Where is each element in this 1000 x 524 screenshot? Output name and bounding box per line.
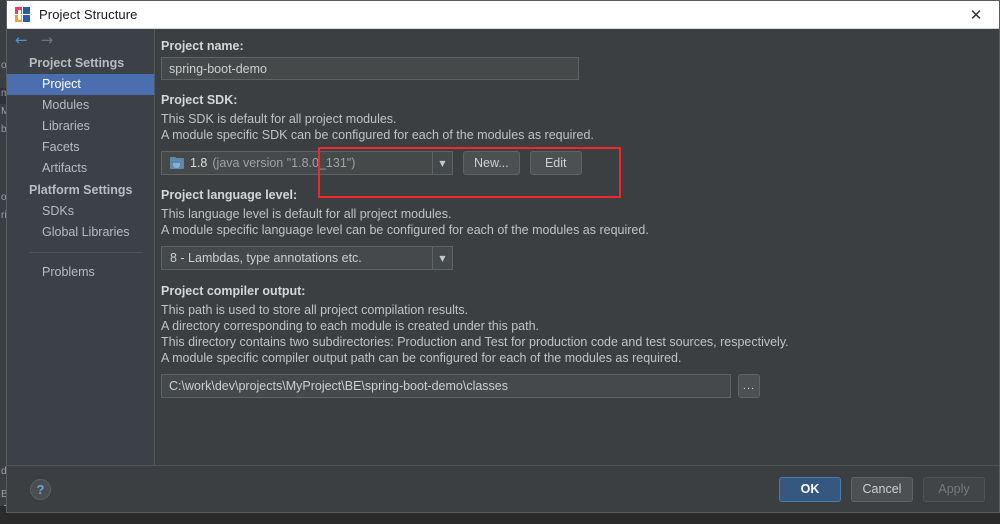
project-sdk-section: Project SDK: This SDK is default for all… bbox=[155, 93, 999, 175]
compiler-output-row: C:\work\dev\projects\MyProject\BE\spring… bbox=[161, 374, 999, 398]
sidebar-item-facets[interactable]: Facets bbox=[7, 137, 154, 158]
sdk-version: 1.8 bbox=[190, 156, 208, 170]
project-sdk-label: Project SDK: bbox=[161, 93, 238, 107]
dialog-titlebar: Project Structure ✕ bbox=[7, 1, 999, 29]
back-arrow-icon[interactable]: ← bbox=[15, 33, 28, 48]
language-level-description-1: This language level is default for all p… bbox=[161, 207, 452, 221]
project-sdk-row: 1.8 (java version "1.8.0_131") ▼ New... … bbox=[161, 151, 999, 175]
compiler-output-label: Project compiler output: bbox=[161, 284, 306, 298]
sidebar-group-platform-settings: Platform Settings bbox=[29, 183, 133, 197]
project-settings-panel: Project name: spring-boot-demo Project S… bbox=[155, 29, 999, 465]
sidebar-group-project-settings: Project Settings bbox=[29, 56, 125, 70]
sidebar-item-libraries[interactable]: Libraries bbox=[7, 116, 154, 137]
project-structure-dialog: Project Structure ✕ ← → Project Settings… bbox=[6, 0, 1000, 513]
chevron-down-icon[interactable]: ▼ bbox=[432, 152, 452, 174]
compiler-output-input[interactable]: C:\work\dev\projects\MyProject\BE\spring… bbox=[161, 374, 731, 398]
navigation-row: ← → bbox=[7, 29, 154, 52]
new-sdk-button[interactable]: New... bbox=[463, 151, 520, 175]
cancel-button[interactable]: Cancel bbox=[851, 476, 913, 502]
project-name-section: Project name: spring-boot-demo bbox=[155, 39, 999, 80]
sidebar-item-artifacts[interactable]: Artifacts bbox=[7, 158, 154, 179]
language-level-label: Project language level: bbox=[161, 188, 298, 202]
project-language-level-section: Project language level: This language le… bbox=[155, 188, 999, 270]
forward-arrow-icon[interactable]: → bbox=[41, 33, 54, 48]
apply-button: Apply bbox=[923, 476, 985, 502]
language-level-value: 8 - Lambdas, type annotations etc. bbox=[170, 251, 362, 265]
compiler-output-description-2: A directory corresponding to each module… bbox=[161, 319, 539, 333]
help-button[interactable]: ? bbox=[30, 478, 51, 500]
compiler-output-description-1: This path is used to store all project c… bbox=[161, 303, 469, 317]
sidebar-item-global-libraries[interactable]: Global Libraries bbox=[7, 222, 154, 243]
sidebar-item-problems[interactable]: Problems bbox=[7, 262, 154, 283]
project-sdk-combo-value: 1.8 (java version "1.8.0_131") bbox=[162, 156, 432, 170]
browse-button[interactable]: ... bbox=[738, 374, 760, 398]
chevron-down-icon[interactable]: ▼ bbox=[432, 247, 452, 269]
sidebar-item-sdks[interactable]: SDKs bbox=[7, 201, 154, 222]
sidebar-item-modules[interactable]: Modules bbox=[7, 95, 154, 116]
language-level-combo[interactable]: 8 - Lambdas, type annotations etc. ▼ bbox=[161, 246, 453, 270]
project-sdk-combo[interactable]: 1.8 (java version "1.8.0_131") ▼ bbox=[161, 151, 453, 175]
project-compiler-output-section: Project compiler output: This path is us… bbox=[155, 284, 999, 398]
settings-sidebar: ← → Project Settings Project Modules Lib… bbox=[7, 29, 155, 465]
compiler-output-description-3: This directory contains two subdirectori… bbox=[161, 335, 789, 349]
compiler-output-description-4: A module specific compiler output path c… bbox=[161, 351, 682, 365]
sdk-folder-icon bbox=[170, 156, 185, 170]
dialog-title: Project Structure bbox=[39, 7, 138, 22]
intellij-idea-icon bbox=[15, 6, 31, 23]
dialog-footer: ? OK Cancel Apply bbox=[7, 465, 999, 512]
language-level-description-2: A module specific language level can be … bbox=[161, 223, 649, 237]
sidebar-divider bbox=[29, 252, 142, 253]
sidebar-item-project[interactable]: Project bbox=[7, 74, 154, 95]
close-icon[interactable]: ✕ bbox=[953, 1, 999, 28]
dialog-action-buttons: OK Cancel Apply bbox=[779, 476, 985, 502]
edit-sdk-button[interactable]: Edit bbox=[529, 151, 582, 175]
project-sdk-description-1: This SDK is default for all project modu… bbox=[161, 112, 397, 126]
sdk-detail: (java version "1.8.0_131") bbox=[212, 156, 356, 170]
project-name-input[interactable]: spring-boot-demo bbox=[161, 57, 579, 80]
ok-button[interactable]: OK bbox=[779, 476, 841, 502]
project-name-label: Project name: bbox=[161, 39, 244, 53]
project-sdk-description-2: A module specific SDK can be configured … bbox=[161, 128, 594, 142]
dialog-body: ← → Project Settings Project Modules Lib… bbox=[7, 29, 999, 465]
